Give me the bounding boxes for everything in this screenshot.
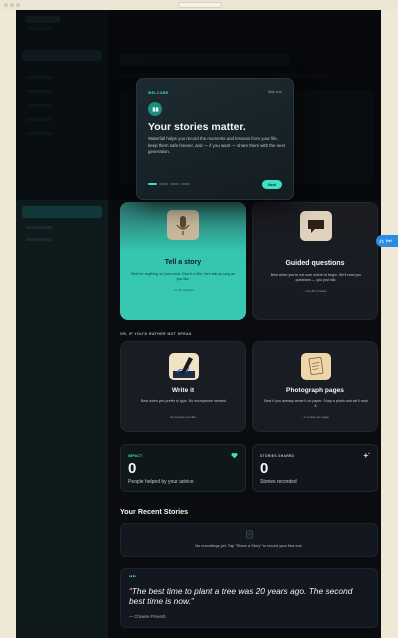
dialog-title: Your stories matter. [148, 121, 246, 133]
browser-titlebar [0, 0, 398, 10]
stat-label: IMPACT [128, 454, 143, 458]
help-button[interactable]: Hel [376, 235, 398, 247]
tell-a-story-card[interactable]: Tell a story Best for anything on your m… [120, 202, 246, 320]
photo-page-illustration-icon [301, 353, 331, 380]
skip-tour-button[interactable]: Skip tour [268, 90, 282, 94]
card-title: Guided questions [285, 260, 345, 267]
card-time: ~ 5–10 minutes [172, 288, 194, 292]
help-label: Hel [386, 239, 392, 243]
quote-card: ““ “The best time to plant a tree was 20… [120, 568, 378, 628]
zoom-window-icon[interactable] [16, 3, 20, 7]
step-dot [181, 183, 190, 185]
quote-icon: ““ [129, 575, 136, 582]
card-description: Best for anything on your mind. Give it … [131, 272, 235, 281]
address-bar[interactable] [178, 2, 222, 8]
sidebar-share-button[interactable] [22, 206, 102, 218]
stat-caption: People helped by your advice [128, 479, 194, 485]
quote-author: — Chinese Proverb [129, 614, 166, 619]
close-window-icon[interactable] [4, 3, 8, 7]
recent-stories-heading: Your Recent Stories [120, 507, 189, 516]
stat-value: 0 [260, 460, 269, 477]
stat-value: 0 [128, 460, 137, 477]
recent-stories-empty-state: No recordings yet. Tap "Share a Story" t… [120, 523, 378, 557]
dialog-kicker: WELCOME [148, 91, 169, 95]
alternative-section-label: OR, IF YOU'D RATHER NOT SPEAK [120, 332, 193, 336]
pen-paper-illustration-icon [169, 353, 199, 380]
minimize-window-icon[interactable] [10, 3, 14, 7]
stat-caption: Stories recorded [260, 479, 297, 485]
card-time: ~ 10–30 minutes [303, 289, 327, 293]
sidebar-item[interactable] [26, 226, 52, 229]
card-description: Best when you're not sure where to begin… [270, 273, 362, 282]
empty-state-message: No recordings yet. Tap "Share a Story" t… [195, 543, 303, 548]
impact-stat-card: IMPACT 0 People helped by your advice [120, 444, 246, 492]
microphone-illustration-icon [167, 210, 199, 240]
book-icon [148, 102, 162, 116]
step-dot [148, 183, 157, 185]
sidebar-item[interactable] [26, 238, 52, 241]
card-title: Photograph pages [286, 387, 344, 394]
dialog-body: Waterfall helps you record the moments a… [148, 136, 285, 155]
card-title: Write it [171, 387, 195, 394]
photograph-pages-card[interactable]: Photograph pages Best if you already wro… [252, 341, 378, 432]
question-bubble-illustration-icon [300, 211, 332, 241]
stat-label: STORIES SHARED [260, 454, 295, 458]
write-it-card[interactable]: Write it Best when you prefer to type. N… [120, 341, 246, 432]
step-dot [159, 183, 168, 185]
app-window: Tell a story Best for anything on your m… [16, 10, 381, 638]
guided-questions-card[interactable]: Guided questions Best when you're not su… [252, 202, 378, 320]
stories-shared-stat-card: STORIES SHARED 0 Stories recorded [252, 444, 378, 492]
next-button[interactable]: Next [262, 180, 282, 189]
quote-text: “The best time to plant a tree was 20 ye… [129, 586, 353, 606]
card-time: As long as you like [170, 415, 196, 419]
step-dot [170, 183, 179, 185]
card-title: Tell a story [164, 259, 202, 266]
document-icon [246, 530, 253, 539]
card-description: Best if you already wrote it on paper. S… [264, 399, 368, 408]
card-description: Best when you prefer to type. No microph… [140, 399, 228, 403]
heart-icon [231, 452, 238, 459]
card-time: ~ 1 minute per page [301, 415, 329, 419]
onboarding-dialog: WELCOME Skip tour Your stories matter. W… [136, 78, 294, 200]
step-indicator [148, 183, 190, 185]
sparkle-icon [363, 452, 370, 459]
headset-icon [379, 239, 384, 243]
